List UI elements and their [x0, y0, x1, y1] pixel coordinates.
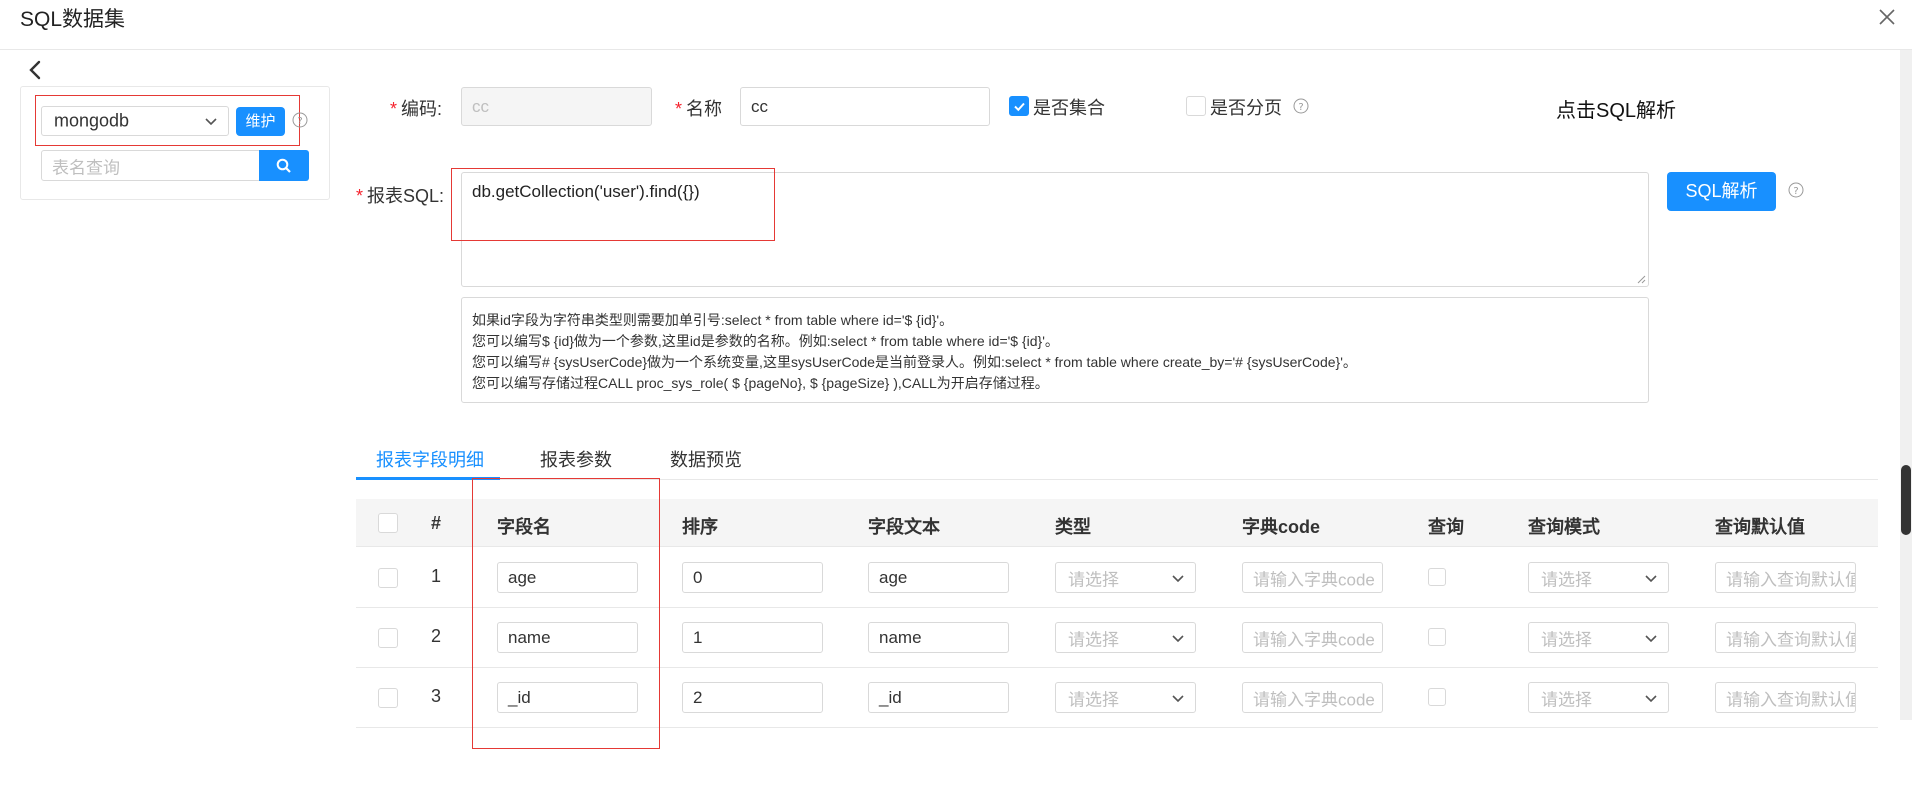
scrollbar-track[interactable] — [1900, 50, 1912, 720]
back-arrow-icon[interactable] — [24, 58, 48, 82]
sql-label: * 报表SQL: — [356, 186, 445, 206]
field-text-input[interactable]: name — [868, 622, 1009, 653]
chevron-down-icon — [1645, 634, 1657, 642]
check-icon — [1014, 102, 1025, 112]
column-header: 查询模式 — [1528, 517, 1600, 537]
dict-code-input[interactable]: 请输入字典code — [1242, 682, 1383, 713]
dict-code-input[interactable]: 请输入字典code — [1242, 622, 1383, 653]
sql-hint-line: 您可以编写# {sysUserCode}做为一个系统变量,这里sysUserCo… — [472, 354, 1357, 370]
name-value: cc — [751, 96, 768, 116]
svg-text:?: ? — [297, 116, 302, 127]
type-select[interactable]: 请选择 — [1055, 562, 1196, 593]
table-search-input[interactable]: 表名查询 — [41, 150, 261, 181]
tab-field-detail[interactable]: 报表字段明细 — [376, 446, 484, 472]
query-checkbox[interactable] — [1428, 568, 1446, 586]
help-circle-icon[interactable]: ? — [1788, 182, 1804, 198]
row-checkbox[interactable] — [378, 688, 398, 708]
name-label: * 名称 — [675, 99, 723, 119]
is-collection-checkbox[interactable] — [1009, 96, 1029, 116]
annotation-box-sql — [451, 168, 775, 241]
row-checkbox[interactable] — [378, 568, 398, 588]
help-circle-icon[interactable]: ? — [1293, 98, 1309, 114]
select-all-checkbox[interactable] — [378, 513, 398, 533]
chevron-down-icon — [1172, 574, 1184, 582]
annotation-text: 点击SQL解析 — [1556, 100, 1677, 122]
sql-hint-box: 如果id字段为字符串类型则需要加单引号:select * from table … — [461, 297, 1649, 403]
column-header: 字段文本 — [868, 517, 940, 537]
order-input[interactable]: 2 — [682, 682, 823, 713]
svg-text:?: ? — [1298, 102, 1303, 113]
field-text-input[interactable]: _id — [868, 682, 1009, 713]
row-number: 3 — [431, 686, 442, 706]
column-header: 查询默认值 — [1715, 517, 1805, 537]
query-mode-select[interactable]: 请选择 — [1528, 622, 1669, 653]
detail-tabs: 报表字段明细 报表参数 数据预览 — [356, 440, 1878, 480]
chevron-down-icon — [1645, 574, 1657, 582]
code-input: cc — [461, 87, 652, 126]
column-header: 排序 — [682, 517, 718, 537]
code-value: cc — [472, 96, 489, 116]
tab-data-preview[interactable]: 数据预览 — [670, 446, 742, 472]
query-checkbox[interactable] — [1428, 688, 1446, 706]
annotation-box-field-column — [472, 478, 660, 749]
maintain-button[interactable]: 维护 — [236, 107, 285, 136]
help-circle-icon[interactable]: ? — [292, 112, 308, 128]
chevron-down-icon — [1172, 694, 1184, 702]
order-input[interactable]: 0 — [682, 562, 823, 593]
close-icon[interactable] — [1872, 2, 1902, 32]
datasource-value: mongodb — [54, 110, 130, 131]
query-mode-select[interactable]: 请选择 — [1528, 562, 1669, 593]
tab-report-params[interactable]: 报表参数 — [540, 446, 612, 472]
sql-hint-line: 您可以编写存储过程CALL proc_sys_role( $ {pageNo},… — [472, 375, 1049, 391]
row-checkbox[interactable] — [378, 628, 398, 648]
query-mode-select[interactable]: 请选择 — [1528, 682, 1669, 713]
query-checkbox[interactable] — [1428, 628, 1446, 646]
chevron-down-icon — [205, 118, 217, 126]
column-header: 类型 — [1055, 517, 1091, 537]
resize-handle-icon[interactable] — [1636, 274, 1646, 284]
row-number: 1 — [431, 566, 442, 586]
query-default-input[interactable]: 请输入查询默认值 — [1715, 562, 1856, 593]
query-default-input[interactable]: 请输入查询默认值 — [1715, 622, 1856, 653]
code-label: * 编码: — [390, 99, 443, 119]
column-header: # — [431, 513, 442, 533]
search-icon — [276, 158, 291, 173]
modal-title: SQL数据集 — [20, 8, 126, 31]
sql-hint-line: 您可以编写$ {id}做为一个参数,这里id是参数的名称。例如:select *… — [472, 333, 1059, 349]
chevron-down-icon — [1172, 634, 1184, 642]
sql-hint-line: 如果id字段为字符串类型则需要加单引号:select * from table … — [472, 312, 954, 328]
type-select[interactable]: 请选择 — [1055, 682, 1196, 713]
table-search-button[interactable] — [259, 150, 309, 181]
query-default-input[interactable]: 请输入查询默认值 — [1715, 682, 1856, 713]
svg-text:?: ? — [1793, 186, 1798, 197]
dict-code-input[interactable]: 请输入字典code — [1242, 562, 1383, 593]
chevron-down-icon — [1645, 694, 1657, 702]
column-header: 字典code — [1242, 517, 1321, 537]
order-input[interactable]: 1 — [682, 622, 823, 653]
sql-parse-button[interactable]: SQL解析 — [1667, 172, 1776, 211]
type-select[interactable]: 请选择 — [1055, 622, 1196, 653]
column-header: 查询 — [1428, 517, 1464, 537]
is-collection-label: 是否集合 — [1033, 98, 1105, 118]
row-number: 2 — [431, 626, 442, 646]
field-text-input[interactable]: age — [868, 562, 1009, 593]
datasource-select[interactable]: mongodb — [41, 106, 229, 136]
modal-header: SQL数据集 — [0, 0, 1912, 50]
name-input[interactable]: cc — [740, 87, 990, 126]
table-search-placeholder: 表名查询 — [52, 158, 120, 177]
is-paging-label: 是否分页 — [1210, 98, 1282, 118]
is-paging-checkbox[interactable] — [1186, 96, 1206, 116]
scrollbar-thumb[interactable] — [1901, 465, 1911, 535]
